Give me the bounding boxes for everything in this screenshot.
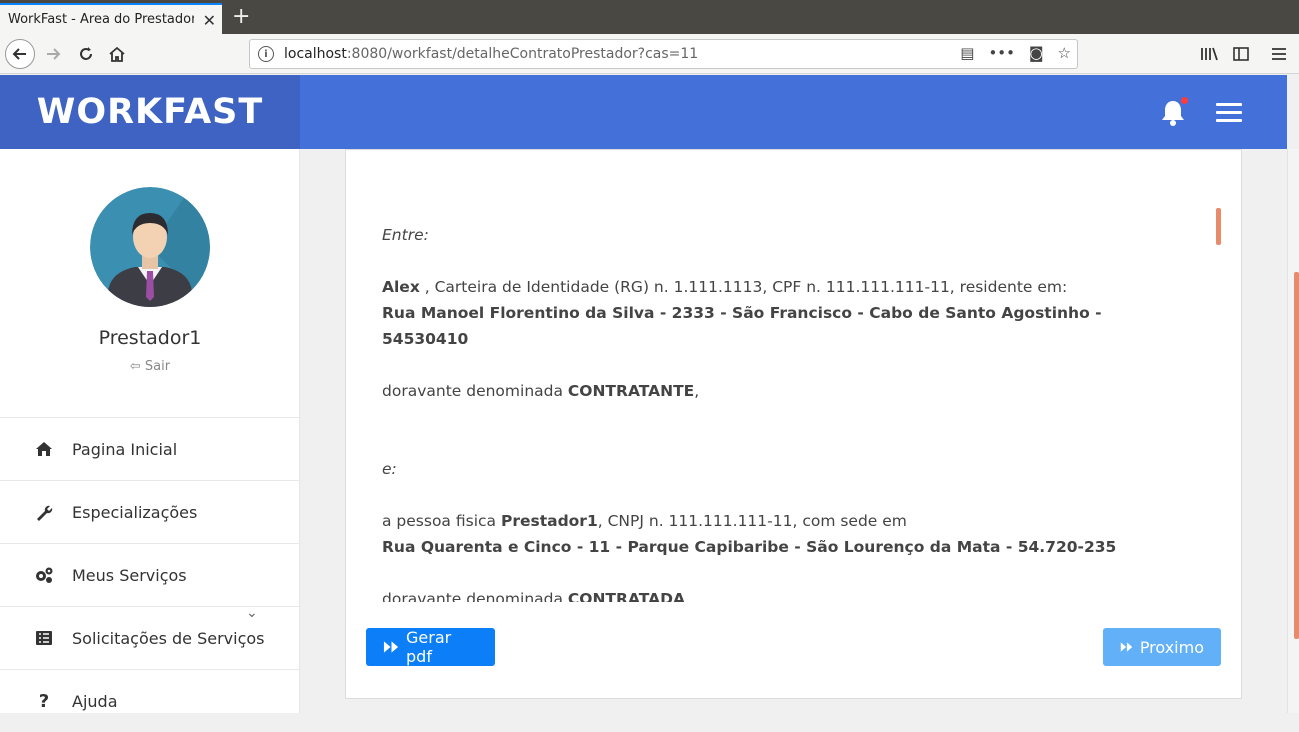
generate-pdf-button[interactable]: Gerar pdf (366, 628, 495, 666)
sidebar-item-label: Ajuda (72, 691, 118, 711)
sign-out-icon: ⇦ (129, 359, 141, 374)
contratada-role: CONTRATADA (567, 590, 685, 602)
contratada-address: Rua Quarenta e Cinco - 11 - Parque Capib… (382, 538, 1117, 556)
reload-icon[interactable] (71, 39, 101, 69)
contratada-name: Prestador1 (500, 512, 598, 530)
sidebar-item-meus-servicos[interactable]: Meus Serviços (0, 543, 300, 606)
sidebar-item-pagina-inicial[interactable]: Pagina Inicial (0, 417, 300, 480)
url-path: :8080/workfast/detalheContratoPrestador?… (346, 46, 699, 62)
app-header: WORKFAST (0, 75, 1287, 149)
sidebar-item-ajuda[interactable]: ? Ajuda (0, 669, 300, 732)
main-content: Entre: Alex , Carteira de Identidade (RG… (300, 149, 1287, 713)
contratante-address: Rua Manoel Florentino da Silva - 2333 - … (382, 304, 1102, 348)
notification-dot (1181, 97, 1188, 104)
tab-close-icon[interactable]: ✕ (203, 11, 216, 30)
wrench-icon (34, 503, 54, 521)
hamburger-icon[interactable] (1216, 103, 1242, 123)
url-host: localhost (284, 46, 347, 62)
logout-link[interactable]: ⇦ Sair (0, 359, 300, 374)
contratada-prefix: a pessoa fisica (382, 512, 501, 530)
brand-text: WORKFAST (36, 92, 264, 132)
sidebar-item-label: Pagina Inicial (72, 439, 178, 459)
back-arrow-icon[interactable] (5, 39, 35, 69)
contract-text[interactable]: Entre: Alex , Carteira de Identidade (RG… (382, 222, 1172, 602)
next-button[interactable]: Proximo (1103, 628, 1221, 666)
doravante-prefix: doravante denominada (382, 590, 568, 602)
browser-tab[interactable]: WorkFast - Area do Prestador ✕ (0, 3, 222, 34)
fast-forward-icon (1120, 642, 1133, 652)
next-label: Proximo (1139, 637, 1204, 657)
page-scrollbar-thumb[interactable] (1294, 272, 1299, 639)
sidebar-toggle-icon[interactable] (1226, 39, 1256, 69)
generate-pdf-label: Gerar pdf (406, 628, 452, 666)
contratada-ids: , CNPJ n. 111.111.111-11, com sede em (597, 512, 907, 530)
reader-view-icon[interactable]: ▤ (960, 44, 974, 62)
fast-forward-icon (383, 641, 399, 653)
sidebar-item-solicitacoes[interactable]: ⌄ Solicitações de Serviços (0, 605, 300, 669)
pocket-icon[interactable]: ◙ (1029, 44, 1044, 62)
question-icon: ? (38, 690, 50, 712)
sidebar-menu: Pagina Inicial Especializações Meus Serv… (0, 417, 300, 732)
sidebar-item-especializacoes[interactable]: Especializações (0, 480, 300, 543)
contratante-ids: , Carteira de Identidade (RG) n. 1.111.1… (419, 278, 1068, 296)
chevron-down-icon[interactable]: ⌄ (246, 605, 258, 621)
sidebar-item-label: Meus Serviços (72, 565, 187, 585)
contract-card: Entre: Alex , Carteira de Identidade (RG… (345, 149, 1242, 699)
e-label: e: (382, 460, 397, 478)
contratante-name: Alex (382, 278, 420, 296)
doravante-prefix: doravante denominada (382, 382, 568, 400)
tab-title: WorkFast - Area do Prestador (8, 12, 194, 27)
info-icon[interactable]: i (258, 46, 274, 62)
browser-nav-bar: i localhost :8080/workfast/detalheContra… (0, 34, 1299, 74)
bookmark-star-icon[interactable]: ☆ (1058, 44, 1071, 62)
library-icon[interactable] (1194, 39, 1224, 69)
avatar (90, 187, 210, 307)
cogs-icon (34, 566, 54, 584)
sidebar-item-label: Especializações (72, 502, 198, 522)
contract-scrollbar[interactable] (1216, 208, 1221, 245)
sidebar: Prestador1 ⇦ Sair Pagina Inicial Especia… (0, 149, 300, 713)
entre-label: Entre: (382, 226, 429, 244)
forward-arrow-icon[interactable] (38, 39, 68, 69)
home-icon (34, 440, 54, 458)
doravante-suffix: , (694, 382, 700, 400)
sidebar-item-label: Solicitações de Serviços (72, 628, 265, 648)
brand-logo[interactable]: WORKFAST (0, 75, 300, 149)
url-bar[interactable]: i localhost :8080/workfast/detalheContra… (249, 39, 1078, 69)
menu-icon[interactable] (1264, 39, 1294, 69)
browser-tab-bar: WorkFast - Area do Prestador ✕ + (0, 0, 1299, 34)
more-actions-icon[interactable]: ••• (988, 44, 1015, 62)
logout-label: Sair (144, 359, 171, 374)
list-icon (34, 629, 54, 647)
new-tab-icon[interactable]: + (232, 4, 250, 29)
home-browser-icon[interactable] (102, 39, 132, 69)
user-name: Prestador1 (98, 327, 202, 349)
contratante-role: CONTRATANTE (567, 382, 695, 400)
